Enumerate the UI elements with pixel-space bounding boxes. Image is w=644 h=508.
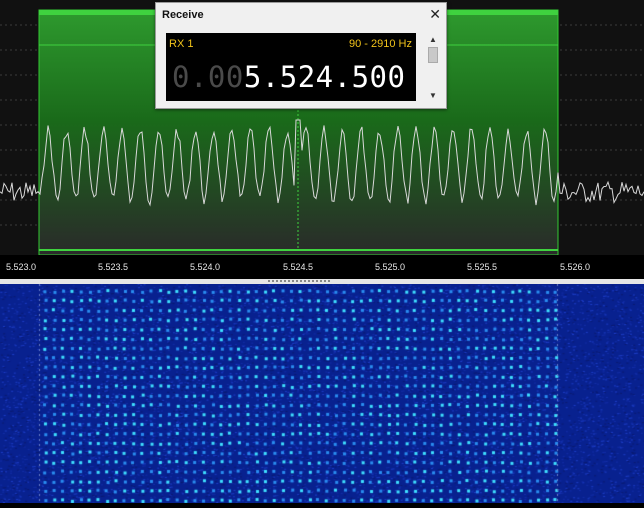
frequency-tick-label: 5.525.5 [467, 262, 498, 272]
scroll-up-icon[interactable]: ▲ [426, 35, 440, 45]
receive-window-title: Receive [162, 9, 204, 21]
frequency-panel[interactable]: RX 1 90 - 2910 Hz 0.005.524.500 [166, 33, 416, 101]
receive-scrollbar[interactable]: ▲ ▼ [426, 35, 440, 101]
scroll-thumb[interactable] [428, 47, 438, 63]
splitter-grip[interactable] [268, 280, 330, 282]
frequency-tick-label: 5.523.5 [98, 262, 129, 272]
close-icon[interactable]: ✕ [429, 6, 441, 23]
frequency-leading-digits: 0.00 [172, 60, 244, 94]
waterfall-display[interactable] [0, 284, 644, 503]
scroll-down-icon[interactable]: ▼ [426, 91, 440, 101]
frequency-value: 5.524.500 [243, 60, 406, 94]
frequency-tick-label: 5.526.0 [560, 262, 591, 272]
rx-label: RX 1 [169, 38, 194, 50]
receive-window[interactable]: Receive ✕ RX 1 90 - 2910 Hz 0.005.524.50… [155, 2, 447, 109]
frequency-tick-label: 5.524.5 [283, 262, 314, 272]
frequency-axis [0, 255, 644, 279]
bandwidth-label: 90 - 2910 Hz [349, 38, 412, 50]
frequency-readout[interactable]: 0.005.524.500 [172, 60, 405, 94]
frequency-tick-label: 5.525.0 [375, 262, 406, 272]
frequency-tick-label: 5.523.0 [6, 262, 37, 272]
frequency-tick-label: 5.524.0 [190, 262, 221, 272]
waterfall-canvas[interactable] [0, 284, 644, 503]
